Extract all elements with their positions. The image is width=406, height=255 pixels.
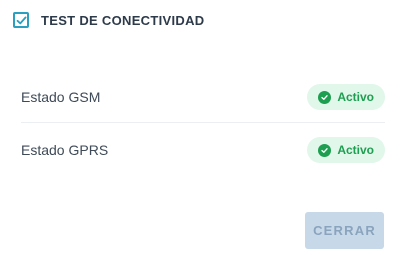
status-badge: Activo: [307, 137, 385, 163]
check-circle-icon: [318, 90, 332, 104]
row-divider: [21, 122, 385, 123]
status-badge-text: Activo: [337, 143, 374, 157]
status-badge: Activo: [307, 84, 385, 110]
check-icon: [16, 15, 26, 24]
status-row-gsm: Estado GSM Activo: [21, 83, 385, 111]
status-row-gprs: Estado GPRS Activo: [21, 136, 385, 164]
status-badge-text: Activo: [337, 90, 374, 104]
check-circle-icon: [318, 143, 332, 157]
status-row-label: Estado GPRS: [21, 142, 109, 158]
close-button[interactable]: CERRAR: [305, 212, 384, 249]
dialog-title: TEST DE CONECTIVIDAD: [41, 12, 205, 28]
dialog-header: TEST DE CONECTIVIDAD: [13, 12, 204, 28]
connectivity-checkbox[interactable]: [13, 12, 29, 28]
status-row-label: Estado GSM: [21, 89, 101, 105]
